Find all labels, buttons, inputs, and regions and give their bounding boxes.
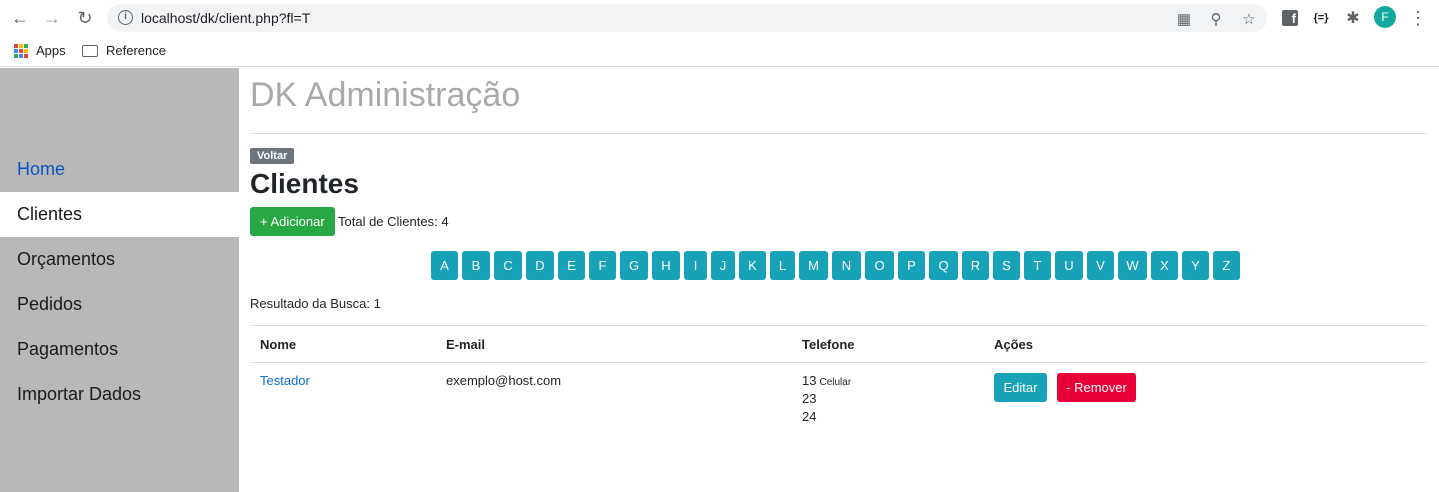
search-result-count: Resultado da Busca: 1 [250,296,381,311]
table-header: Nome E-mail Telefone Ações [250,325,1428,363]
add-client-button[interactable]: + Adicionar [250,207,335,236]
star-icon[interactable]: ☆ [1240,10,1258,28]
brand-title: DK Administração [250,76,521,114]
bookmark-apps[interactable]: Apps [14,43,66,58]
phone-number: 24 [802,409,817,424]
letter-filter-s[interactable]: S [993,251,1020,280]
client-name-link[interactable]: Testador [260,373,310,388]
phone-number: 23 [802,391,817,406]
letter-filter-x[interactable]: X [1151,251,1178,280]
letter-filter-z[interactable]: Z [1213,251,1240,280]
letter-filter-r[interactable]: R [962,251,989,280]
bookmark-apps-label: Apps [36,43,66,58]
remove-button[interactable]: - Remover [1057,373,1136,402]
edit-button[interactable]: Editar [994,373,1047,402]
letter-filter-c[interactable]: C [494,251,522,280]
client-phones: 13 Celular 23 24 [802,372,851,426]
letter-filter-d[interactable]: D [526,251,554,280]
sidebar-item-orcamentos[interactable]: Orçamentos [0,237,239,282]
bookmarks-bar: Apps Reference [0,36,1439,67]
letter-filter-m[interactable]: M [799,251,828,280]
letter-filter-u[interactable]: U [1055,251,1083,280]
profile-avatar[interactable]: F [1374,6,1396,28]
menu-dots-icon[interactable]: ⋮ [1408,8,1428,28]
letter-filter-bar: ABCDEFGHIJKLMNOPQRSTUVWXYZ [431,251,1244,280]
puzzle-extensions-icon[interactable]: ✱ [1343,8,1363,28]
letter-filter-h[interactable]: H [652,251,680,280]
zoom-icon[interactable]: ⚲ [1207,10,1225,28]
facebook-extension-icon[interactable]: f [1280,8,1300,28]
header-email: E-mail [446,337,486,352]
back-arrow-icon[interactable]: ← [8,6,32,30]
client-email: exemplo@host.com [446,373,562,388]
letter-filter-v[interactable]: V [1087,251,1114,280]
bookmark-reference[interactable]: Reference [82,43,166,58]
sidebar-item-clientes[interactable]: Clientes [0,192,239,237]
folder-icon [82,44,98,57]
sidebar: Home Clientes Orçamentos Pedidos Pagamen… [0,68,239,492]
sidebar-item-importar-dados[interactable]: Importar Dados [0,372,239,417]
letter-filter-q[interactable]: Q [929,251,958,280]
bookmark-reference-label: Reference [106,43,166,58]
letter-filter-k[interactable]: K [739,251,766,280]
letter-filter-t[interactable]: T [1024,251,1051,280]
address-bar[interactable]: i localhost/dk/client.php?fl=T ▦ ⚲ ☆ [107,4,1267,32]
sidebar-item-pagamentos[interactable]: Pagamentos [0,327,239,372]
header-name: Nome [260,337,297,352]
header-phone: Telefone [802,337,855,352]
letter-filter-e[interactable]: E [558,251,585,280]
phone-type: Celular [819,377,852,388]
letter-filter-j[interactable]: J [711,251,735,280]
header-actions: Ações [994,337,1034,352]
letter-filter-p[interactable]: P [898,251,925,280]
letter-filter-o[interactable]: O [865,251,894,280]
forward-arrow-icon[interactable]: → [40,6,64,30]
letter-filter-g[interactable]: G [620,251,648,280]
translate-icon[interactable]: ▦ [1175,10,1193,28]
phone-line: 24 [802,408,851,426]
phone-line: 23 [802,390,851,408]
total-clients: Total de Clientes: 4 [338,214,449,229]
apps-grid-icon [14,43,28,58]
letter-filter-b[interactable]: B [462,251,490,280]
back-button[interactable]: Voltar [250,148,295,164]
divider [250,133,1428,134]
sidebar-item-pedidos[interactable]: Pedidos [0,282,239,327]
json-extension-icon[interactable]: {=} [1311,8,1331,28]
letter-filter-i[interactable]: I [684,251,707,280]
letter-filter-w[interactable]: W [1118,251,1147,280]
letter-filter-y[interactable]: Y [1182,251,1209,280]
reload-icon[interactable]: ↻ [73,6,97,30]
browser-toolbar: ← → ↻ i localhost/dk/client.php?fl=T ▦ ⚲… [0,0,1439,36]
phone-number: 13 [802,373,817,388]
letter-filter-f[interactable]: F [589,251,616,280]
info-icon[interactable]: i [118,10,133,25]
page-title: Clientes [250,168,359,199]
letter-filter-l[interactable]: L [770,251,795,280]
phone-line: 13 Celular [802,372,851,390]
letter-filter-n[interactable]: N [832,251,861,280]
letter-filter-a[interactable]: A [431,251,458,280]
sidebar-item-home[interactable]: Home [0,147,239,192]
address-url[interactable]: localhost/dk/client.php?fl=T [141,10,310,26]
